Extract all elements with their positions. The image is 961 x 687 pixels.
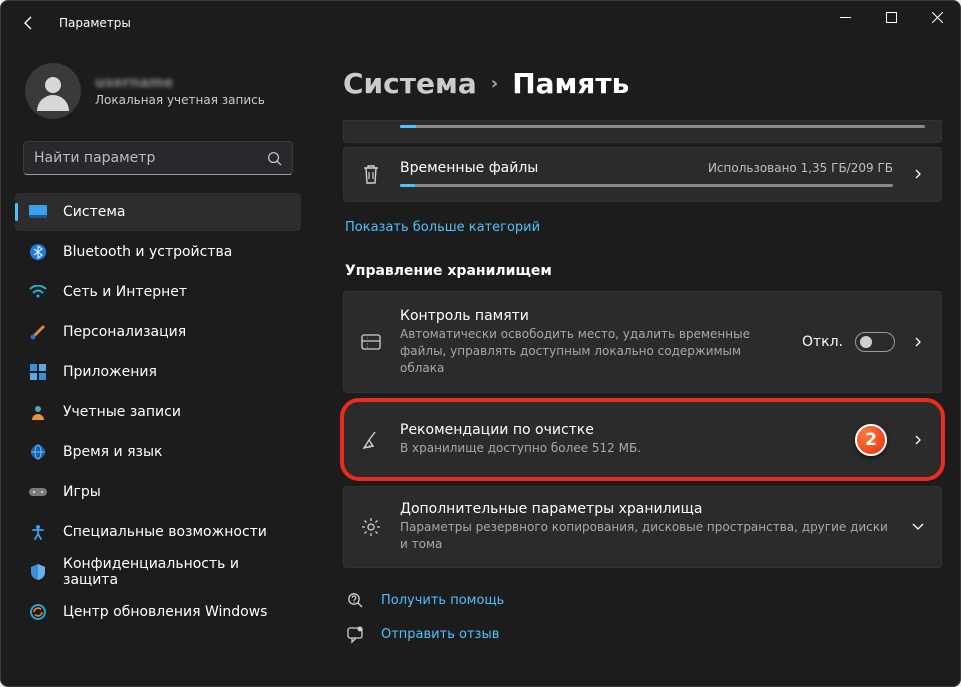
maximize-icon [886,12,897,23]
maximize-button[interactable] [868,1,914,33]
sidebar: username Локальная учетная запись Систем… [1,45,311,686]
sidebar-item-label: Конфиденциальность и защита [63,556,289,588]
minimize-icon [840,12,851,23]
sidebar-item-label: Игры [63,484,101,500]
sidebar-item-label: Персонализация [63,324,186,340]
sidebar-item-time-language[interactable]: Время и язык [15,433,301,471]
shield-icon [29,563,47,581]
sidebar-item-label: Сеть и Интернет [63,284,187,300]
account-icon [29,403,47,421]
cleanup-title: Рекомендации по очистке [400,422,893,438]
sidebar-item-apps[interactable]: Приложения [15,353,301,391]
trash-icon [360,164,382,184]
temp-files-usage: Использовано 1,35 ГБ/209 ГБ [708,161,893,175]
sidebar-item-windows-update[interactable]: Центр обновления Windows [15,593,301,631]
search-input-wrap[interactable] [23,141,293,175]
nav: Система Bluetooth и устройства Сеть и Ин… [9,193,307,631]
user-subtitle: Локальная учетная запись [95,93,265,107]
help-links: Получить помощь Отправить отзыв [343,592,942,644]
toggle-state-label: Откл. [802,334,843,350]
get-help-text: Получить помощь [381,593,504,608]
close-icon [932,12,943,23]
sidebar-item-gaming[interactable]: Игры [15,473,301,511]
cleanup-subtitle: В хранилище доступно более 512 МБ. [400,440,893,457]
username: username [95,75,265,91]
gear-icon [360,517,382,537]
update-icon [29,603,47,621]
broom-icon [360,430,382,450]
arrow-left-icon [21,15,37,31]
temp-files-title: Временные файлы [400,160,538,176]
chevron-right-icon [911,335,925,349]
user-block[interactable]: username Локальная учетная запись [9,55,307,139]
sidebar-item-network[interactable]: Сеть и Интернет [15,273,301,311]
main-content: Система › Память Временные файлы Использ… [311,45,960,686]
avatar [25,63,81,119]
feedback-text: Отправить отзыв [381,627,499,642]
feedback-icon [347,626,365,644]
wifi-icon [29,283,47,301]
sidebar-item-accessibility[interactable]: Специальные возможности [15,513,301,551]
sidebar-item-bluetooth[interactable]: Bluetooth и устройства [15,233,301,271]
cleanup-recommendations-card[interactable]: Рекомендации по очистке В хранилище дост… [343,401,942,478]
storage-sense-title: Контроль памяти [400,308,784,324]
sidebar-item-system[interactable]: Система [15,193,301,231]
sidebar-item-personalization[interactable]: Персонализация [15,313,301,351]
close-button[interactable] [914,1,960,33]
gamepad-icon [29,483,47,501]
chevron-right-icon [911,433,925,447]
annotation-marker: 2 [855,424,887,456]
advanced-subtitle: Параметры резервного копирования, дисков… [400,519,893,553]
apps-icon [29,363,47,381]
breadcrumb: Система › Память [343,67,942,100]
window-controls [822,1,960,33]
titlebar: Параметры [1,1,960,45]
search-wrap [9,139,307,185]
storage-overview-card[interactable] [343,120,942,143]
give-feedback-link[interactable]: Отправить отзыв [343,626,942,644]
sidebar-item-privacy[interactable]: Конфиденциальность и защита [15,553,301,591]
breadcrumb-current: Память [512,67,629,100]
back-button[interactable] [17,11,41,35]
advanced-title: Дополнительные параметры хранилища [400,501,893,517]
user-texts: username Локальная учетная запись [95,75,265,107]
show-more-categories-link[interactable]: Показать больше категорий [345,220,540,235]
breadcrumb-parent[interactable]: Система [343,67,477,100]
storage-sense-subtitle: Автоматически освободить место, удалить … [400,326,784,376]
settings-window: Параметры userna [0,0,961,687]
chevron-right-icon: › [491,73,498,94]
search-input[interactable] [34,150,259,166]
sidebar-item-label: Учетные записи [63,404,181,420]
storage-sense-card[interactable]: Контроль памяти Автоматически освободить… [343,291,942,393]
help-icon [347,592,365,610]
get-help-link[interactable]: Получить помощь [343,592,942,610]
brush-icon [29,323,47,341]
advanced-storage-card[interactable]: Дополнительные параметры хранилища Парам… [343,486,942,568]
sidebar-item-label: Система [63,204,125,220]
sidebar-item-label: Время и язык [63,444,162,460]
sidebar-item-label: Центр обновления Windows [63,604,267,620]
sidebar-item-accounts[interactable]: Учетные записи [15,393,301,431]
minimize-button[interactable] [822,1,868,33]
window-title: Параметры [59,16,131,30]
clock-globe-icon [29,443,47,461]
storage-sense-icon [360,332,382,352]
search-icon [267,151,282,166]
person-icon [33,71,73,111]
display-icon [29,203,47,221]
storage-sense-toggle[interactable] [855,332,895,352]
chevron-right-icon [911,167,925,181]
storage-management-heading: Управление хранилищем [345,263,942,279]
sidebar-item-label: Приложения [63,364,157,380]
content-area: username Локальная учетная запись Систем… [1,45,960,686]
sidebar-item-label: Bluetooth и устройства [63,244,232,260]
sidebar-item-label: Специальные возможности [63,524,267,540]
bluetooth-icon [29,243,47,261]
chevron-down-icon [911,520,925,534]
temp-files-card[interactable]: Временные файлы Использовано 1,35 ГБ/209… [343,147,942,202]
accessibility-icon [29,523,47,541]
